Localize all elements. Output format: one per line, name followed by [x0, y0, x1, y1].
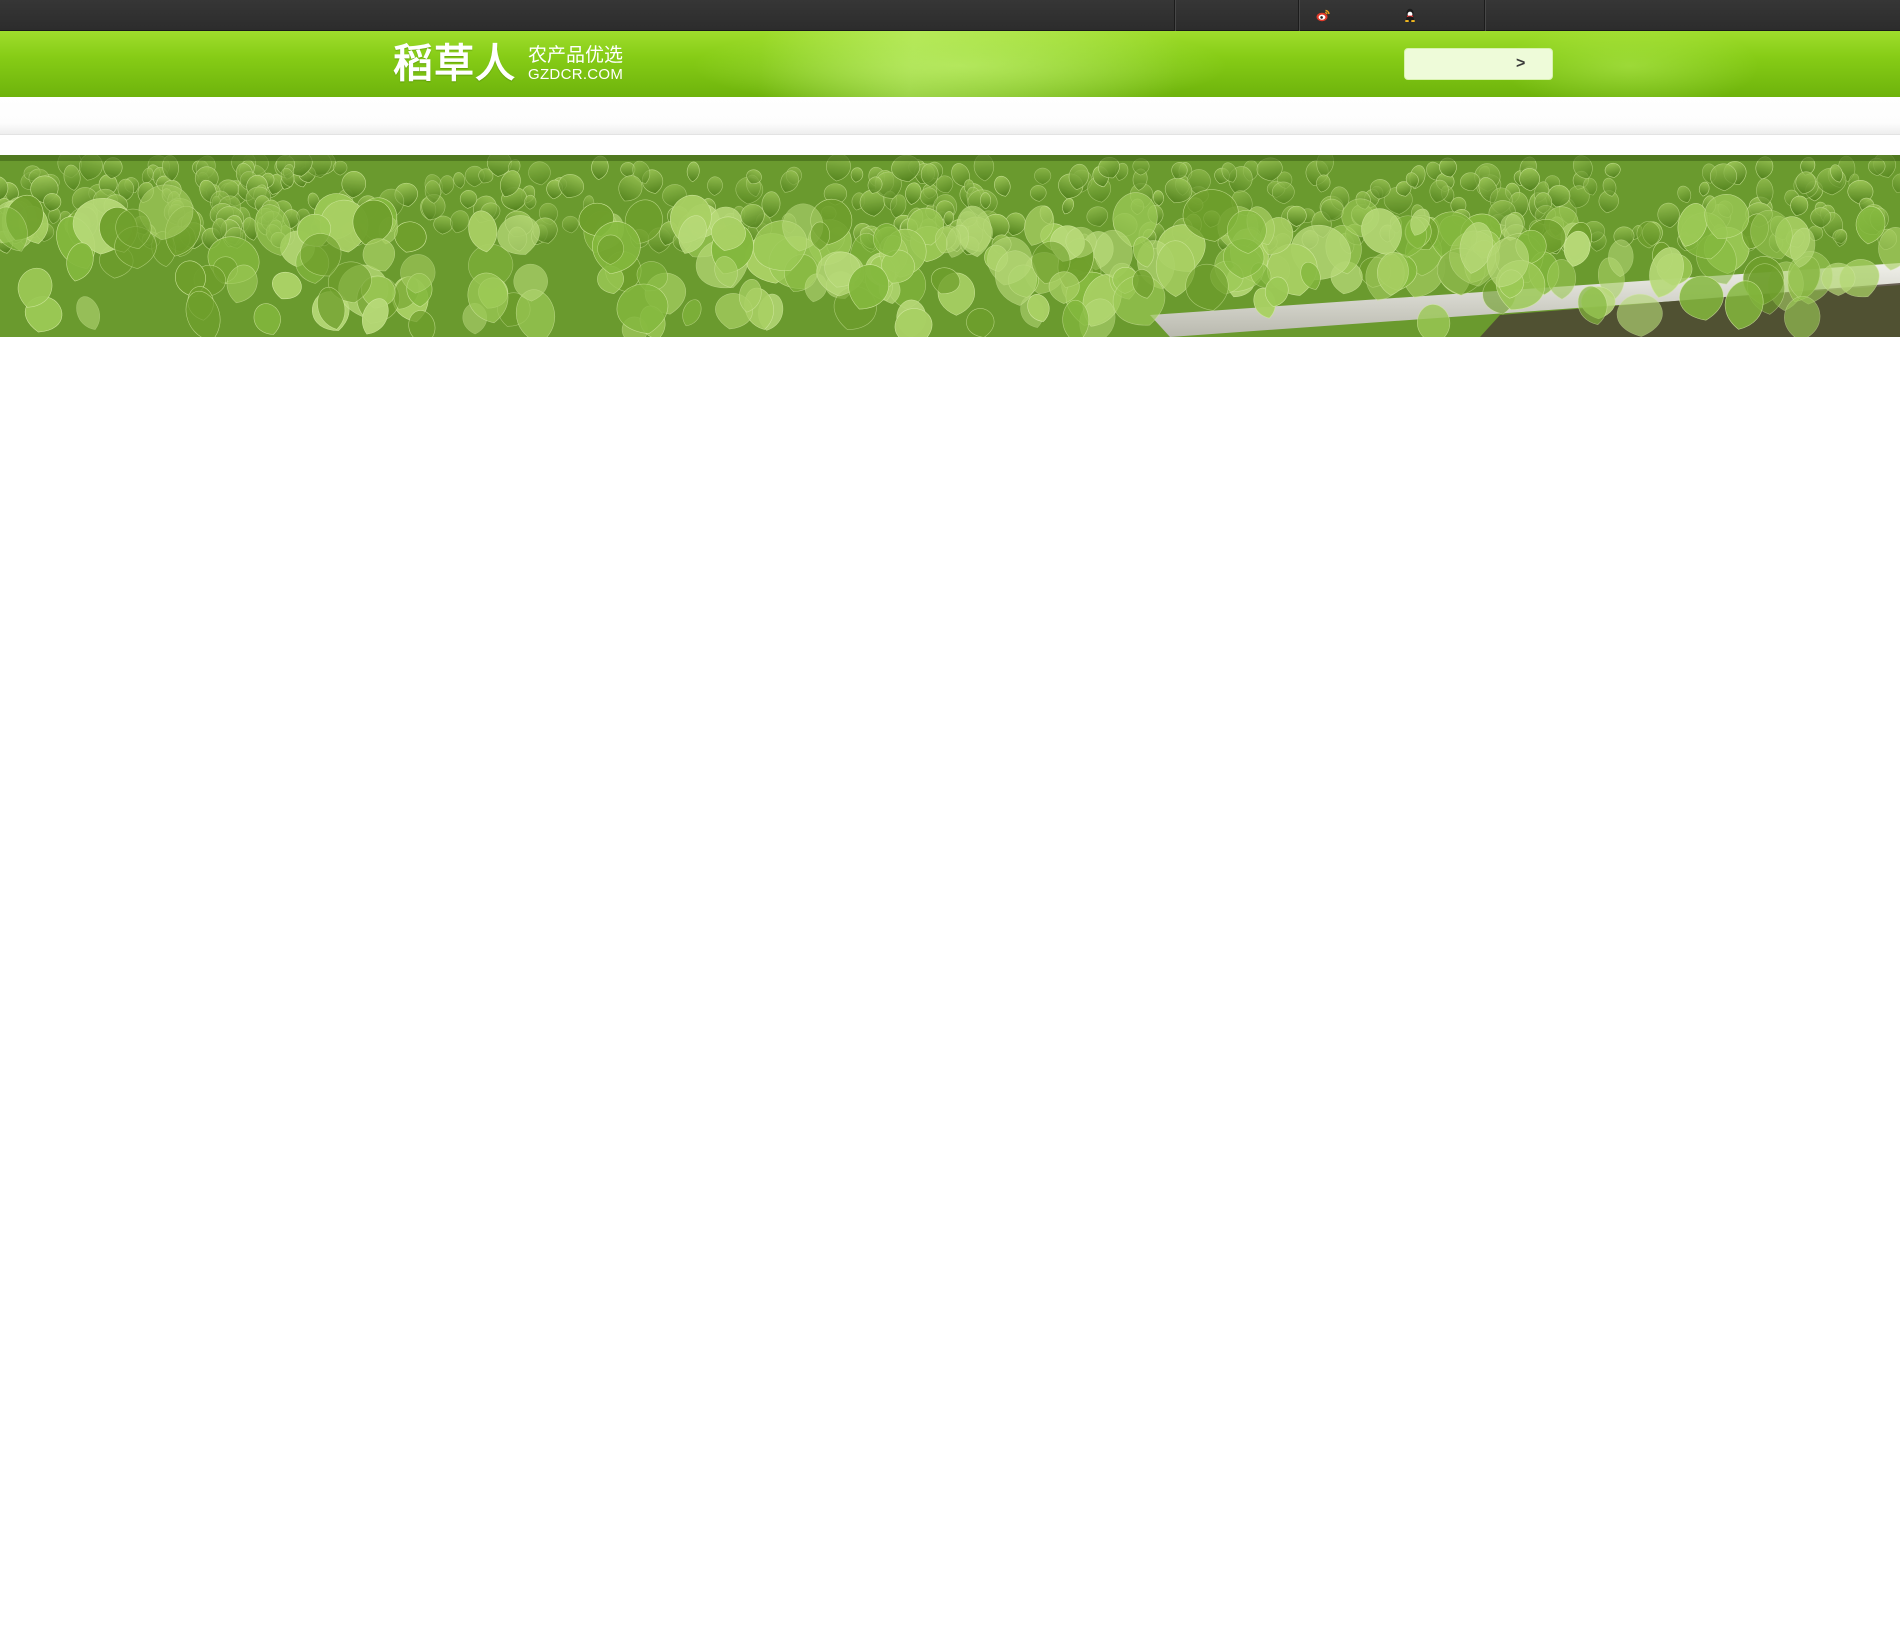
toolbar-divider: [1174, 0, 1176, 31]
site-header: 稻草人 农产品优选 GZDCR.COM >: [0, 31, 1900, 97]
header-highlight: [690, 31, 1230, 97]
qq-icon[interactable]: [1404, 8, 1416, 22]
hero-banner-image: [0, 155, 1900, 337]
header-action-button[interactable]: >: [1404, 48, 1553, 80]
toolbar-link-account[interactable]: [1196, 8, 1280, 22]
page-content-area: [0, 337, 1900, 1648]
main-nav-bar: [0, 97, 1900, 135]
toolbar-divider: [1298, 0, 1300, 31]
weibo-icon[interactable]: [1316, 9, 1330, 22]
toolbar-divider: [1484, 0, 1486, 31]
toolbar-link-more[interactable]: [1496, 8, 1536, 22]
toolbar-link-qq[interactable]: [1420, 8, 1472, 22]
logo-brand-name: 稻草人: [393, 41, 516, 87]
chevron-right-icon: >: [1516, 55, 1526, 72]
logo-domain: GZDCR.COM: [528, 66, 624, 83]
top-toolbar: [0, 0, 1900, 31]
logo-subtitle: 农产品优选 GZDCR.COM: [528, 44, 624, 84]
lettuce-field-photo: [0, 155, 1900, 337]
site-logo[interactable]: 稻草人 农产品优选 GZDCR.COM: [393, 41, 623, 87]
toolbar-link-weibo[interactable]: [1334, 8, 1390, 22]
logo-tagline: 农产品优选: [528, 44, 624, 66]
